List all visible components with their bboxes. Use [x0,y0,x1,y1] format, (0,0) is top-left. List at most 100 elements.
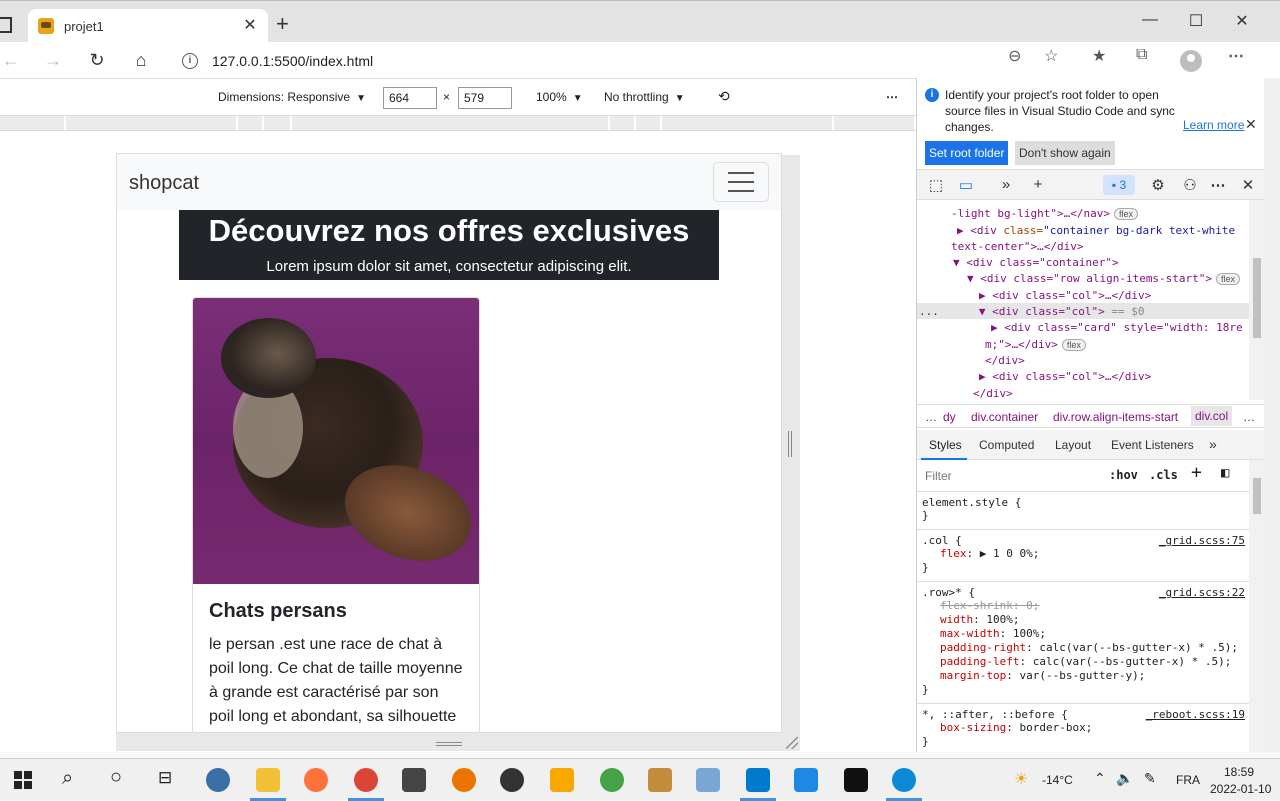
epic-games-icon[interactable] [844,768,868,792]
style-property[interactable]: padding-left: calc(var(--bs-gutter-x) * … [922,655,1244,669]
tab-styles[interactable]: Styles [929,438,962,452]
more-tabs-icon[interactable]: » [997,176,1015,193]
dom-line[interactable]: -light bg-light">…</nav> flex [951,207,1138,220]
tab-layout[interactable]: Layout [1055,438,1091,452]
breadcrumb-more[interactable]: … [1243,410,1255,424]
ruler-segment[interactable] [0,116,66,130]
elements-scroll-thumb[interactable] [1253,258,1261,338]
firefox-icon[interactable] [304,768,328,792]
learn-more-link[interactable]: Learn more [1183,118,1244,132]
dom-line[interactable]: ▼ <div class="container"> [953,256,1119,269]
task-view-icon[interactable]: ⊟ [158,768,172,788]
browser-tab[interactable]: projet1 ✕ [28,9,268,43]
ruler-segment[interactable] [610,116,636,130]
add-favorite-icon[interactable]: ☆ [1044,46,1058,66]
resize-handle-bottom[interactable] [436,742,462,746]
style-property-overridden[interactable]: flex-shrink: 0; [922,599,1244,613]
close-infobar-icon[interactable]: ✕ [1245,116,1257,133]
zoom-icon[interactable]: ⊖ [1008,46,1021,66]
file-explorer-icon[interactable] [256,768,280,792]
flex-badge[interactable]: flex [1113,208,1138,220]
ruler-segment[interactable] [66,116,238,130]
flex-badge[interactable]: flex [1061,339,1086,351]
dom-line[interactable]: </div> [973,387,1013,400]
resize-corner-icon[interactable] [786,737,798,749]
breadcrumb-item[interactable]: dy [943,410,956,424]
flex-badge[interactable]: flex [1216,273,1241,285]
zoom-dropdown[interactable]: 100% ▼ [536,90,583,104]
dom-line-selected[interactable]: ... ▼ <div class="col"> == $0 [919,305,1144,318]
style-property[interactable]: margin-top: var(--bs-gutter-y); [922,669,1244,683]
pen-icon[interactable]: ✎ [1144,770,1156,787]
tab-event-listeners[interactable]: Event Listeners [1111,438,1194,452]
dont-show-again-button[interactable]: Don't show again [1015,141,1115,165]
customize-menu-icon[interactable]: ⋯ [1209,176,1227,194]
window-icon[interactable] [0,17,12,33]
tab-computed[interactable]: Computed [979,438,1034,452]
new-style-rule-icon[interactable]: + [1191,462,1202,483]
dom-line[interactable]: ▼ <div class="row align-items-start"> fle… [967,272,1241,285]
address-bar[interactable]: i 127.0.0.1:5500/index.html [170,47,1040,75]
site-info-icon[interactable]: i [182,53,198,69]
more-options-icon[interactable]: ⋯ [1228,46,1244,66]
minimize-icon[interactable]: — [1140,11,1160,29]
maximize-icon[interactable]: ☐ [1186,11,1206,31]
ruler-segment[interactable] [292,116,610,130]
breadcrumb-item[interactable]: div.row.align-items-start [1053,410,1178,424]
toggle-sidebar-icon[interactable]: ◧ [1221,465,1229,481]
hov-toggle[interactable]: :hov [1109,468,1138,482]
media-player-icon[interactable] [794,768,818,792]
volume-icon[interactable]: 🔈 [1116,770,1133,787]
clock-app-icon[interactable] [206,768,230,792]
device-emulation-icon[interactable]: ▭ [957,176,975,194]
obs-icon[interactable] [500,768,524,792]
rotate-icon[interactable]: ⟲ [718,88,730,105]
styles-filter-input[interactable] [921,464,1097,488]
movie-maker-icon[interactable] [402,768,426,792]
ruler-segment[interactable] [834,116,916,130]
ruler-segment[interactable] [238,116,264,130]
style-property[interactable]: flex: ▶ 1 0 0%; [922,547,1244,561]
breadcrumb-item[interactable]: div.container [971,410,1038,424]
dom-line[interactable]: ▶ <div class="col">…</div> [979,289,1151,302]
source-link[interactable]: _reboot.scss:19 [1146,708,1245,721]
media-query-ruler[interactable] [0,115,916,131]
cls-toggle[interactable]: .cls [1149,468,1178,482]
dom-line[interactable]: ▶ <div class="col">…</div> [979,370,1151,383]
paint-app-icon[interactable] [696,768,720,792]
ruler-segment[interactable] [636,116,662,130]
breadcrumb-item-selected[interactable]: div.col [1191,406,1233,426]
ruler-segment[interactable] [662,116,834,130]
connect-icon[interactable]: ⚇ [1181,176,1199,194]
mongodb-icon[interactable] [600,768,624,792]
style-property[interactable]: padding-right: calc(var(--bs-gutter-x) *… [922,641,1244,655]
collections-icon[interactable]: ⧉ [1136,46,1147,64]
audio-app-icon[interactable] [550,768,574,792]
rule-selector[interactable]: element.style { [922,496,1244,509]
resize-handle-right[interactable] [788,431,792,457]
inspect-element-icon[interactable]: ⬚ [927,176,945,194]
close-tab-icon[interactable]: ✕ [242,18,258,34]
dom-line[interactable]: ▶ <div class="container bg-dark text-whi… [957,224,1235,237]
close-window-icon[interactable]: ✕ [1232,11,1252,31]
profile-avatar[interactable] [1180,50,1202,72]
dimensions-dropdown[interactable]: Dimensions: Responsive ▼ [218,90,366,104]
style-property[interactable]: box-sizing: border-box; [922,721,1244,735]
width-input[interactable]: 664 [383,87,437,109]
styles-scroll-thumb[interactable] [1253,478,1261,514]
breadcrumb-more[interactable]: … [925,410,937,424]
new-tab-icon[interactable]: + [276,13,289,35]
start-button-windows-icon[interactable] [14,771,32,789]
vscode-icon[interactable] [746,768,770,792]
search-icon[interactable]: ⌕ [62,767,73,790]
throttling-dropdown[interactable]: No throttling ▼ [604,90,685,104]
game-app-icon[interactable] [648,768,672,792]
more-device-options-icon[interactable]: ⋯ [886,90,898,104]
edge-icon[interactable] [892,768,916,792]
more-tabs-icon[interactable]: » [1209,436,1217,452]
height-input[interactable]: 579 [458,87,512,109]
dom-dots[interactable]: ... [919,305,939,318]
blender-icon[interactable] [452,768,476,792]
source-link[interactable]: _grid.scss:75 [1159,534,1245,547]
issues-badge[interactable]: ▪ 3 [1103,175,1135,195]
